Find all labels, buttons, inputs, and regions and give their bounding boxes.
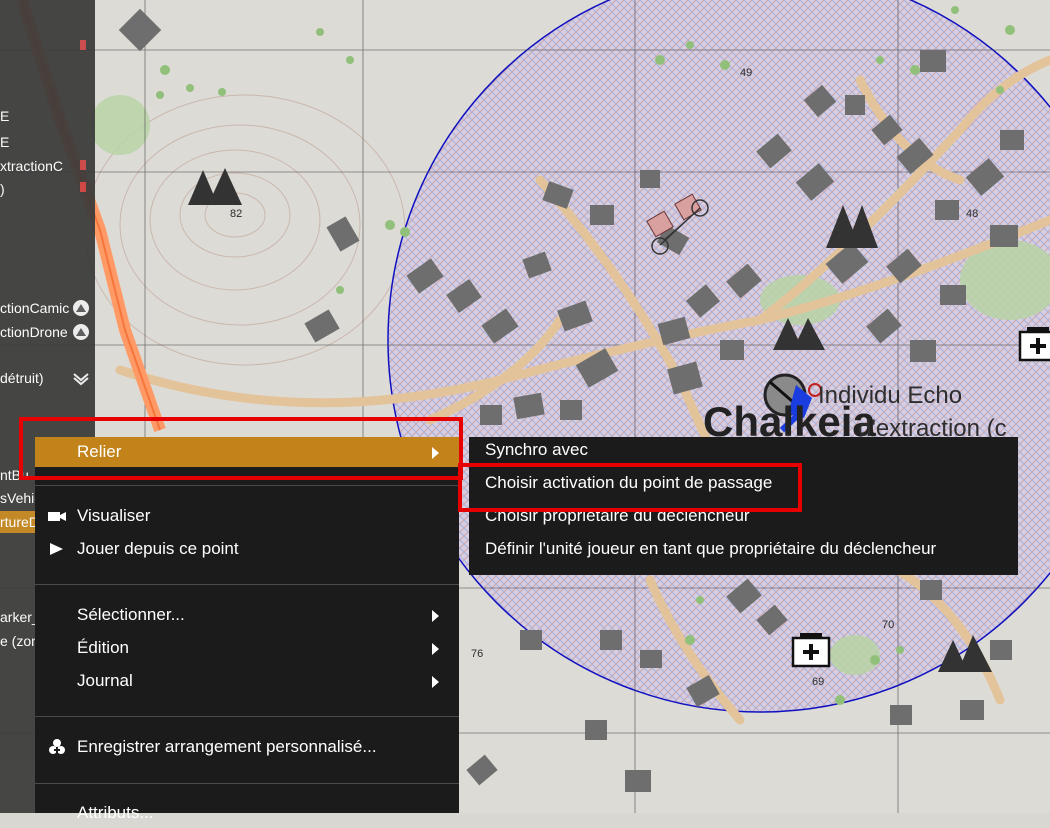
menu-item-label: Édition — [77, 638, 129, 657]
waypoint-icon — [73, 324, 89, 340]
tree-item-label: ntBu — [0, 467, 29, 483]
menu-divider — [35, 716, 459, 717]
tree-item-label: ctionDrone — [0, 324, 68, 340]
tree-item-selected[interactable]: rtureD — [0, 511, 40, 533]
elevation-label: 48 — [966, 208, 979, 220]
menu-item-edition[interactable]: Édition — [35, 633, 459, 663]
submenu-item-synchro[interactable]: Synchro avec — [485, 435, 588, 465]
elevation-label: 76 — [471, 648, 484, 660]
flag-icon — [80, 160, 86, 170]
tree-item-label: E — [0, 134, 10, 150]
menu-item-label: Relier — [77, 442, 122, 461]
menu-item-label: Enregistrer arrangement personnalisé... — [77, 737, 377, 756]
relier-submenu: Synchro avec Choisir activation du point… — [469, 437, 1018, 575]
menu-item-jouer[interactable]: Jouer depuis ce point — [35, 534, 459, 564]
tree-item-label: ctionCamic — [0, 300, 70, 316]
tree-item[interactable]: ctionCamic — [0, 297, 89, 319]
tree-item-label: e (zon — [0, 633, 39, 649]
elevation-label: 49 — [740, 67, 753, 79]
tree-item[interactable]: ) — [0, 178, 5, 200]
menu-divider — [35, 783, 459, 784]
medical-icon — [1018, 327, 1050, 362]
menu-divider — [35, 584, 459, 585]
menu-item-selectionner[interactable]: Sélectionner... — [35, 600, 459, 630]
camera-icon — [48, 512, 66, 521]
tree-item[interactable]: E — [0, 105, 9, 127]
tree-item[interactable]: E — [0, 131, 9, 153]
tree-item-label: xtractionC — [0, 158, 64, 174]
menu-item-visualiser[interactable]: Visualiser — [35, 501, 459, 531]
submenu-item-unite-joueur[interactable]: Définir l'unité joueur en tant que propr… — [485, 534, 936, 564]
submenu-item-activation[interactable]: Choisir activation du point de passage — [485, 468, 772, 498]
menu-item-journal[interactable]: Journal — [35, 666, 459, 696]
flag-icon — [80, 182, 86, 192]
menu-item-enregistrer[interactable]: Enregistrer arrangement personnalisé... — [35, 732, 459, 762]
menu-item-label: Journal — [77, 671, 133, 690]
submenu-arrow-icon — [432, 447, 439, 459]
tree-item[interactable]: détruit) — [0, 367, 89, 389]
unit-name-label: Individu Echo — [818, 382, 963, 409]
menu-item-label: Visualiser — [77, 506, 151, 525]
tree-item[interactable]: xtractionC — [0, 155, 63, 177]
tree-item[interactable]: ctionDrone — [0, 321, 89, 343]
menu-item-label: Sélectionner... — [77, 605, 185, 624]
waypoint-icon — [73, 300, 89, 316]
flag-icon — [80, 40, 86, 50]
menu-item-label: Jouer depuis ce point — [77, 539, 239, 558]
tree-item-label: E — [0, 108, 10, 124]
elevation-label: 82 — [230, 208, 243, 220]
tree-item-label: rtureD — [0, 514, 39, 530]
tree-item[interactable]: arker_ — [0, 606, 40, 628]
menu-item-attributs[interactable]: Attributs... — [35, 798, 459, 828]
elevation-label: 70 — [882, 619, 895, 631]
submenu-item-proprietaire[interactable]: Choisir propriétaire du déclencheur — [485, 501, 750, 531]
insignia-icon — [73, 373, 89, 386]
tree-item-label: détruit) — [0, 370, 44, 386]
submenu-arrow-icon — [432, 676, 439, 688]
save-layout-icon — [49, 739, 65, 754]
submenu-arrow-icon — [432, 610, 439, 622]
submenu-arrow-icon — [432, 643, 439, 655]
menu-divider — [35, 485, 459, 486]
elevation-label: 69 — [812, 676, 825, 688]
tree-item[interactable]: ntBu — [0, 464, 29, 486]
play-icon — [50, 543, 63, 555]
tree-item[interactable]: e (zon — [0, 630, 39, 652]
context-menu: Relier Visualiser Jouer depuis ce point … — [35, 437, 459, 822]
menu-item-label: Attributs... — [77, 803, 154, 822]
medical-icon — [791, 633, 831, 668]
tree-item-label: ) — [0, 181, 5, 197]
tree-item-label: arker_ — [0, 609, 40, 625]
menu-item-relier[interactable]: Relier — [35, 437, 459, 467]
